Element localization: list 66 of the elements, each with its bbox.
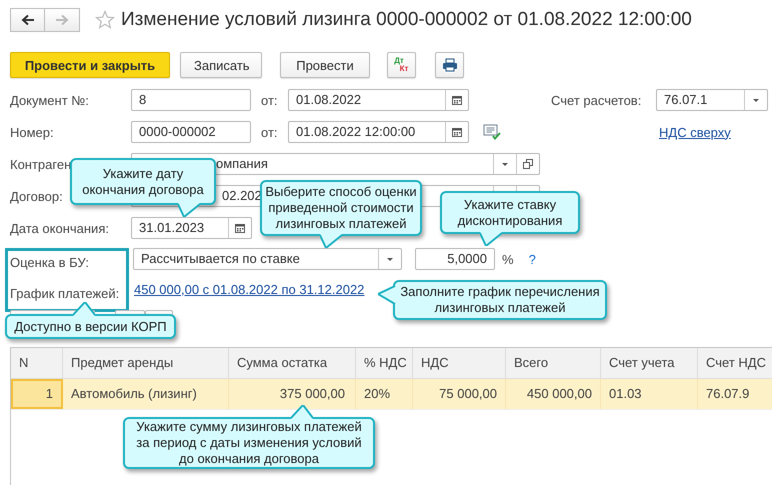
date-field[interactable]: 01.08.2022 12:00:00 — [288, 121, 469, 143]
table-cell: Автомобиль (лизинг) — [63, 379, 229, 409]
table-cell: 75 000,00 — [413, 379, 506, 409]
dropdown-arrow-icon[interactable] — [385, 255, 395, 263]
print-button[interactable] — [435, 52, 464, 78]
hint-tooltip: Выберите способ оценки приведенной стоимости лизинговых платежей — [260, 180, 422, 236]
field-label: Номер: — [10, 124, 54, 140]
dropdown-arrow-icon[interactable] — [751, 96, 761, 104]
field-label: Дата окончания: — [10, 220, 109, 236]
field-label: от: — [261, 92, 279, 108]
account-select[interactable]: 76.07.1 — [656, 89, 768, 111]
tooltip-pointer — [178, 203, 200, 217]
table-cell: 20% — [356, 379, 413, 409]
hint-tooltip: Укажите дату окончания договора — [70, 158, 216, 205]
calendar-icon[interactable] — [451, 94, 463, 106]
forward-arrow-icon — [55, 14, 69, 26]
column-header[interactable]: % НДС — [356, 348, 413, 378]
table-cell: 450 000,00 — [506, 379, 601, 409]
calendar-icon[interactable] — [451, 126, 463, 138]
post-and-close-button[interactable]: Провести и закрыть — [10, 52, 170, 78]
column-header[interactable]: НДС — [413, 348, 506, 378]
back-button[interactable] — [10, 8, 45, 32]
help-link[interactable]: ? — [528, 252, 536, 266]
column-header[interactable]: Сумма остатка — [229, 348, 356, 378]
hint-tooltip: Заполните график перечисления лизинговых платежей — [393, 280, 607, 320]
tooltip-pointer — [378, 286, 396, 304]
column-header[interactable]: Предмет аренды — [63, 348, 229, 378]
printer-icon — [442, 58, 458, 72]
field-label: Документ №: — [10, 92, 89, 108]
field-label: Оценка в БУ: — [10, 255, 90, 271]
open-icon[interactable] — [522, 158, 534, 170]
toolbar-button[interactable]: Записать — [180, 52, 262, 78]
dropdown-arrow-icon[interactable] — [500, 160, 510, 168]
column-header[interactable]: N — [11, 348, 63, 378]
document-number-field[interactable]: 8 — [131, 89, 251, 111]
field-label: Счет расчетов: — [551, 92, 642, 108]
number-field[interactable]: 0000-000002 — [131, 121, 251, 143]
field-label: от: — [261, 124, 279, 140]
debit-credit-button[interactable]: Дт Кт — [387, 52, 416, 78]
column-header[interactable]: Счет НДС — [698, 348, 772, 378]
percent-label: % — [502, 252, 514, 266]
date-field[interactable]: 01.08.2022 — [288, 89, 469, 111]
vat-link[interactable]: НДС сверху — [659, 124, 731, 140]
tooltip-pointer — [73, 302, 95, 316]
column-header[interactable]: Счет учета — [601, 348, 698, 378]
table-cell: 1 — [11, 379, 63, 409]
toolbar-button[interactable]: Провести — [280, 52, 370, 78]
back-arrow-icon — [20, 14, 34, 26]
column-header[interactable]: Всего — [506, 348, 601, 378]
field-label: Контраген — [10, 156, 72, 172]
tooltip-pointer — [480, 232, 502, 246]
tooltip-pointer — [291, 405, 313, 419]
window-title: Изменение условий лизинга 0000-000002 от 01.08.2022 12:00:00 — [121, 9, 692, 31]
calendar-icon[interactable] — [234, 222, 246, 234]
end-date-field[interactable]: 31.01.2023 — [131, 217, 252, 239]
valuation-select[interactable]: Рассчитывается по ставке — [133, 248, 402, 270]
table-row[interactable]: 1 Автомобиль (лизинг) 375 000,00 20% 75 000,00 450 000,00 01.03 76.07.9 — [11, 379, 772, 410]
rate-field[interactable]: 5,0000 — [415, 248, 495, 270]
table-cell: 01.03 — [601, 379, 698, 409]
tooltip-pointer — [320, 234, 342, 248]
field-label: Договор: — [10, 188, 63, 204]
field-label: График платежей: — [10, 286, 120, 302]
document-check-icon — [483, 124, 501, 140]
table-cell: 76.07.9 — [698, 379, 772, 409]
star-icon[interactable] — [95, 10, 115, 30]
hint-tooltip: Укажите сумму лизинговых платежей за период с даты изменения условий до окончания договора — [123, 417, 375, 469]
